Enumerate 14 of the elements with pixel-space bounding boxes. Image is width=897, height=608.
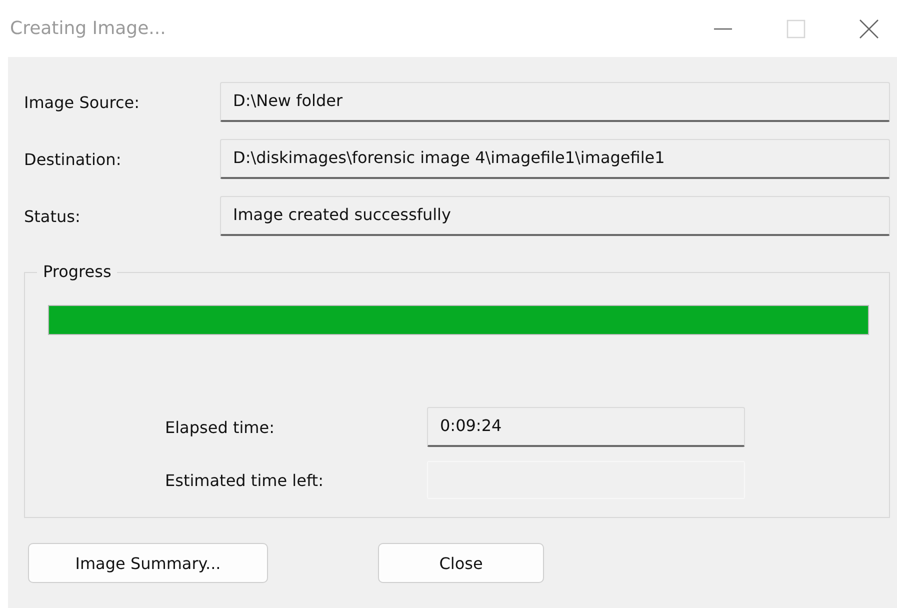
window-title: Creating Image... [10, 18, 166, 39]
time-label: Elapsed time: [165, 418, 276, 436]
field-label: Image Source: [24, 92, 141, 112]
dialog-button[interactable]: Close [378, 543, 544, 583]
text-field[interactable]: D:\diskimages\forensic image 4\imagefile1\imagefile1 [220, 139, 890, 179]
time-field[interactable]: 0:09:24 [427, 407, 745, 447]
field-label: Destination: [24, 150, 122, 168]
dialog-button[interactable]: Image Summary... [28, 543, 268, 583]
field-label: Status: [24, 206, 82, 226]
text-field[interactable]: D:\New folder [220, 82, 890, 122]
time-label: Estimated time left: [165, 470, 324, 490]
text-field[interactable]: Image created successfully [220, 196, 890, 236]
close-icon[interactable] [859, 18, 879, 38]
group-title: Progress [37, 262, 118, 281]
